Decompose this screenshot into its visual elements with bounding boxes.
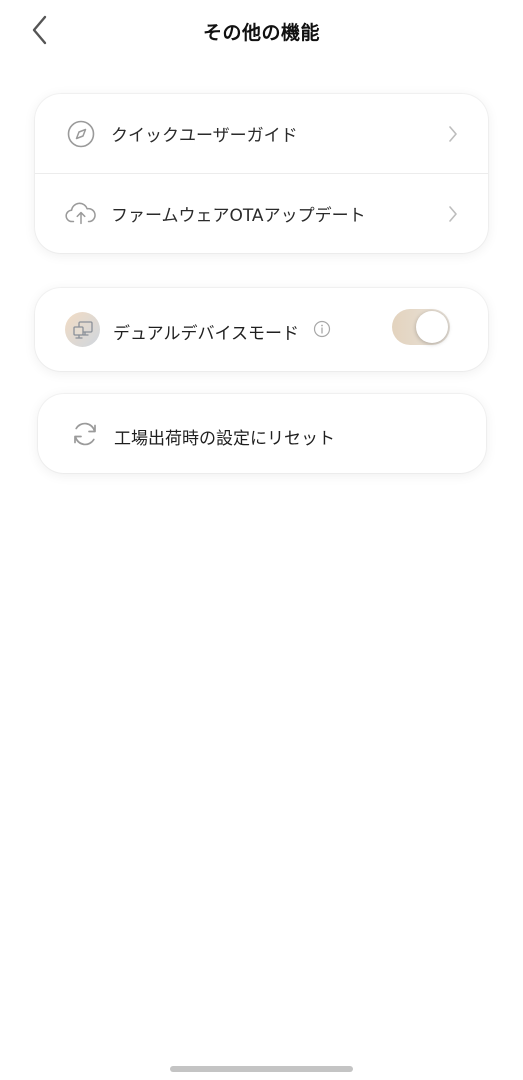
toggle-knob bbox=[416, 311, 448, 343]
chevron-right-icon bbox=[446, 124, 460, 144]
firmware-ota-update-item[interactable]: ファームウェアOTAアップデート bbox=[35, 174, 488, 253]
dual-device-mode-item: デュアルデバイスモード bbox=[35, 288, 488, 371]
quick-user-guide-label: クイックユーザーガイド bbox=[111, 126, 298, 146]
factory-reset-item[interactable]: 工場出荷時の設定にリセット bbox=[38, 394, 486, 473]
info-icon[interactable] bbox=[313, 320, 331, 338]
header: その他の機能 bbox=[0, 0, 523, 64]
dual-device-mode-toggle[interactable] bbox=[392, 309, 450, 345]
factory-reset-card: 工場出荷時の設定にリセット bbox=[38, 394, 486, 473]
firmware-ota-update-label: ファームウェアOTAアップデート bbox=[111, 206, 366, 226]
refresh-icon bbox=[70, 419, 100, 449]
factory-reset-label: 工場出荷時の設定にリセット bbox=[114, 429, 335, 449]
dual-device-mode-label: デュアルデバイスモード bbox=[113, 324, 299, 344]
cloud-upload-icon bbox=[65, 198, 97, 230]
page-title: その他の機能 bbox=[202, 22, 320, 44]
features-card: クイックユーザーガイド ファームウェアOTAアップデート bbox=[35, 94, 488, 253]
dual-monitor-icon bbox=[65, 312, 100, 347]
chevron-right-icon bbox=[446, 204, 460, 224]
home-indicator bbox=[170, 1066, 353, 1072]
compass-icon bbox=[65, 118, 97, 150]
quick-user-guide-item[interactable]: クイックユーザーガイド bbox=[35, 94, 488, 173]
dual-device-mode-card: デュアルデバイスモード bbox=[35, 288, 488, 371]
